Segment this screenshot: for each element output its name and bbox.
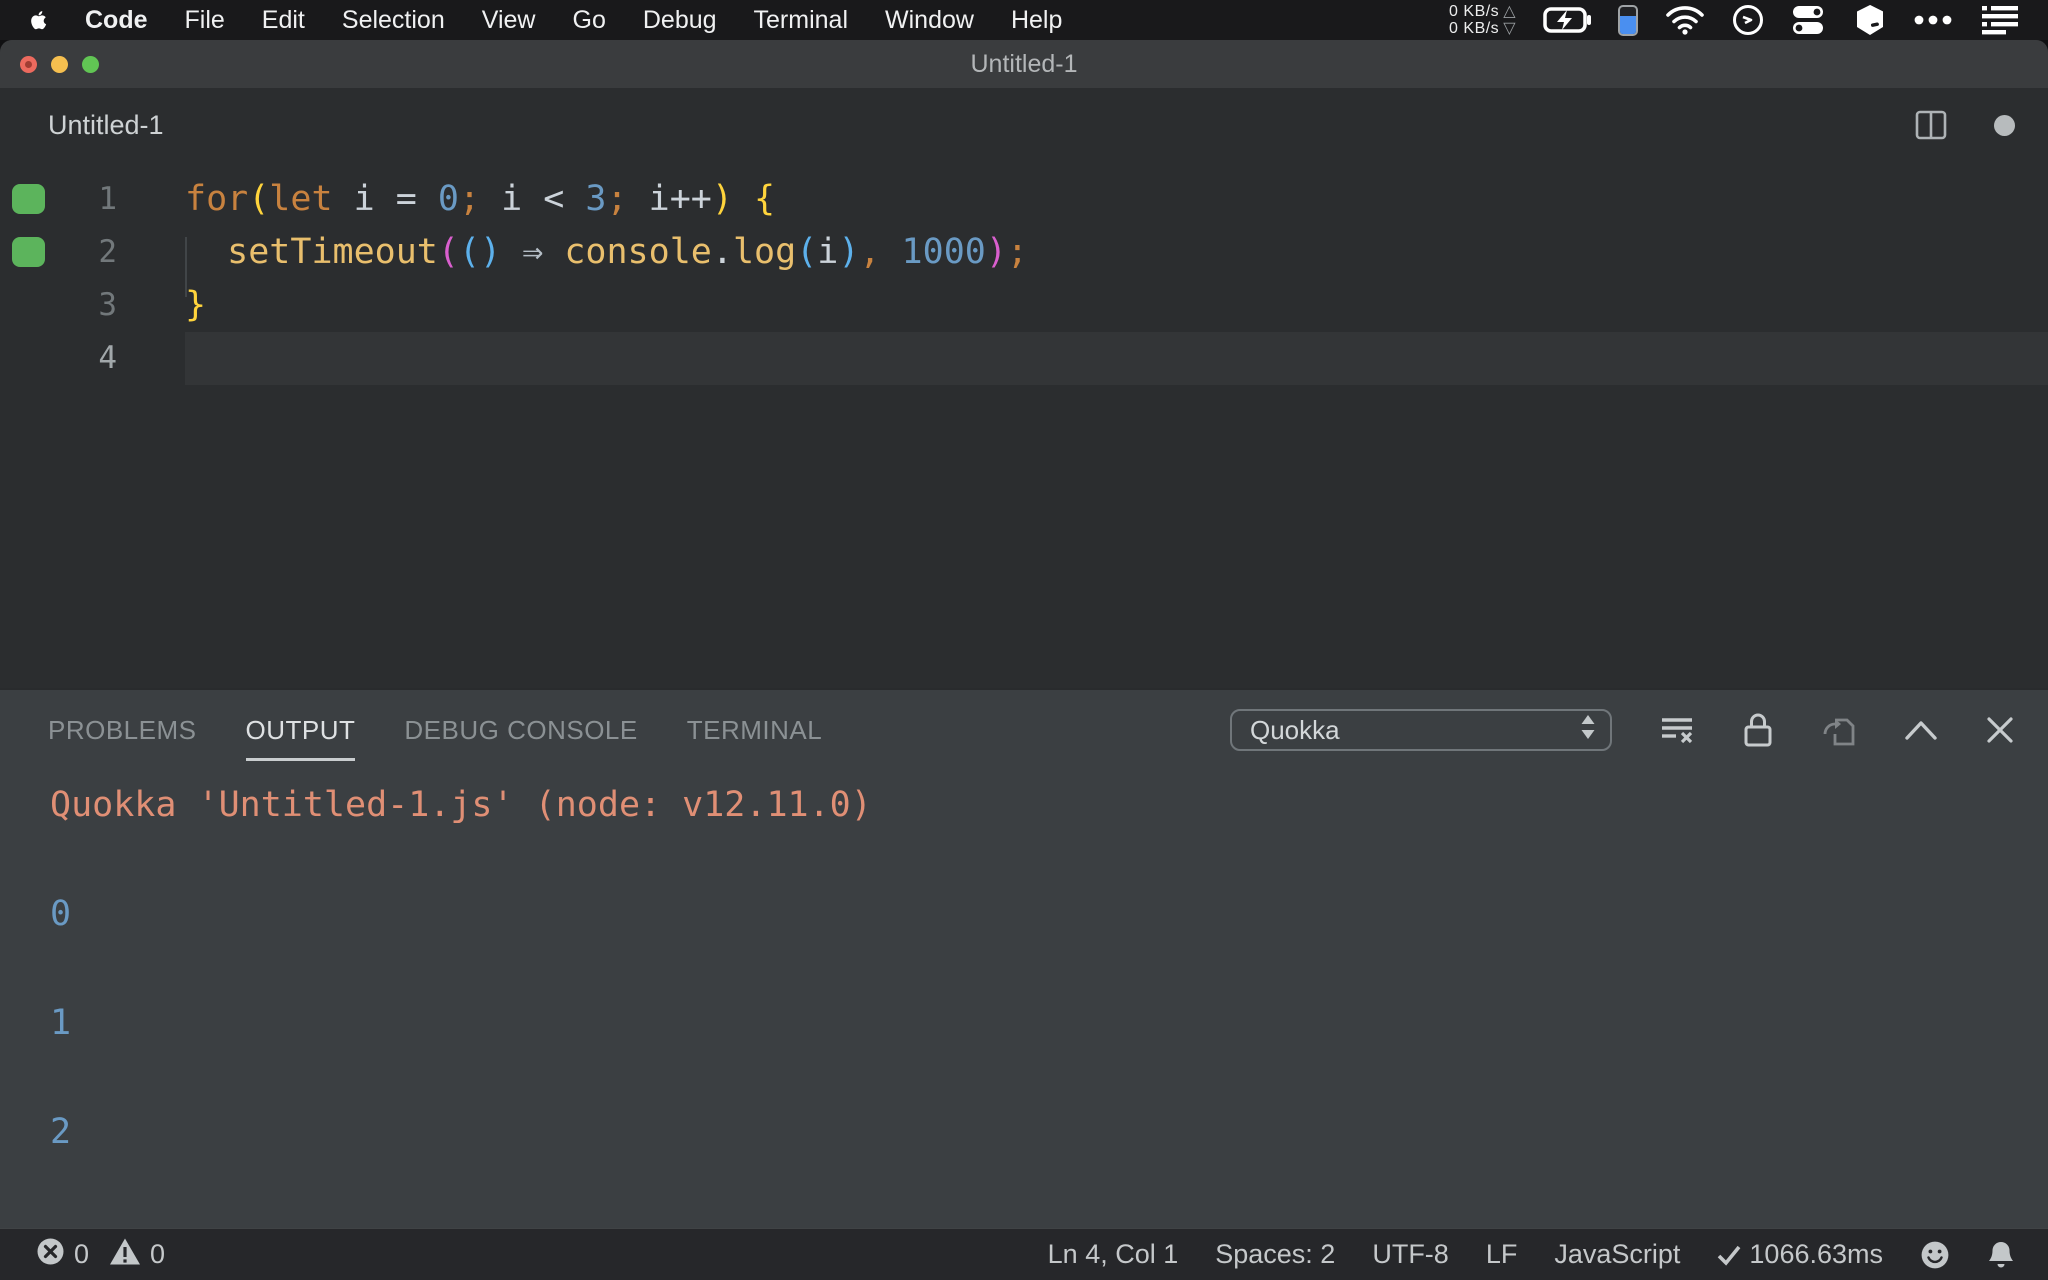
menu-items: Code File Edit Selection View Go Debug Terminal… [85,6,1062,35]
panel-actions: Quokka [1230,709,2015,751]
bottom-panel: PROBLEMS OUTPUT DEBUG CONSOLE TERMINAL Quok… [0,688,2048,1228]
language-mode[interactable]: JavaScript [1554,1239,1680,1270]
panel-tab-debug-console[interactable]: DEBUG CONSOLE [404,699,637,761]
menu-item-file[interactable]: File [185,6,225,35]
editor-tab-bar: Untitled-1 [0,88,2048,162]
maximize-panel-icon[interactable] [1904,719,1938,741]
notifications-bell-icon[interactable] [1987,1240,2015,1270]
editor-lines: 1 for(let i = 0; i < 3; i++) { 2 setTimeou… [0,173,2048,385]
editor-actions [1914,109,2015,141]
toggles-icon[interactable] [1791,4,1827,36]
apple-menu-icon[interactable] [28,6,51,34]
net-down: 0 KB/s ▽ [1449,20,1516,37]
select-updown-icon [1580,714,1596,747]
code-text: } [185,285,207,325]
indentation-setting[interactable]: Spaces: 2 [1215,1239,1335,1270]
status-bar: 0 0 Ln 4, Col 1 Spaces: 2 UTF-8 LF JavaS… [0,1228,2048,1280]
split-editor-icon[interactable] [1914,109,1948,141]
panel-header: PROBLEMS OUTPUT DEBUG CONSOLE TERMINAL Quok… [0,690,2048,770]
battery-charging-icon[interactable] [1543,7,1591,33]
warnings-stat[interactable]: 0 [109,1237,165,1273]
clear-output-icon[interactable] [1659,714,1695,746]
warning-icon [109,1237,141,1273]
window-title-bar: Untitled-1 [0,40,2048,88]
panel-tab-terminal[interactable]: TERMINAL [687,699,822,761]
menu-item-selection[interactable]: Selection [342,6,445,35]
minimize-window-button[interactable] [51,55,68,73]
editor-line-4[interactable]: 4 [0,332,2048,385]
menu-item-help[interactable]: Help [1011,6,1062,35]
zoom-window-button[interactable] [82,55,99,73]
panel-tab-problems[interactable]: PROBLEMS [48,699,197,761]
panel-tabs: PROBLEMS OUTPUT DEBUG CONSOLE TERMINAL [48,699,822,761]
editor-tab-title[interactable]: Untitled-1 [48,110,164,141]
output-line: 1 [50,1003,72,1043]
menu-item-window[interactable]: Window [885,6,974,35]
error-count: 0 [74,1239,90,1269]
line-number: 4 [98,340,117,376]
editor-line-2[interactable]: 2 setTimeout(() ⇒ console.log(i), 1000); [0,226,2048,279]
menu-bar-status-area: 0 KB/s △ 0 KB/s ▽ [1449,3,2020,37]
code-text: setTimeout(() ⇒ console.log(i), 1000); [227,232,1028,272]
scroll-lock-icon[interactable] [1742,712,1774,748]
encoding-setting[interactable]: UTF-8 [1372,1239,1449,1270]
cursor-position[interactable]: Ln 4, Col 1 [1048,1239,1179,1270]
list-menu-icon[interactable] [1980,4,2020,36]
menu-item-terminal[interactable]: Terminal [754,6,848,35]
output-line: 2 [50,1112,72,1152]
errors-stat[interactable]: 0 [36,1237,89,1273]
menu-item-view[interactable]: View [482,6,536,35]
close-panel-icon[interactable] [1985,715,2015,745]
unsaved-changes-dot[interactable] [1994,114,2015,136]
output-line: 0 [50,894,72,934]
error-icon [36,1237,65,1273]
line-number: 2 [98,234,117,270]
cube-icon[interactable] [1854,4,1886,36]
output-line: Quokka 'Untitled-1.js' (node: v12.11.0) [50,785,872,825]
close-window-button[interactable] [20,55,37,73]
output-console[interactable]: Quokka 'Untitled-1.js' (node: v12.11.0) 0… [0,770,2048,1228]
menu-item-code[interactable]: Code [85,6,148,35]
macos-menu-bar: Code File Edit Selection View Go Debug Terminal… [0,0,2048,40]
output-channel-select[interactable]: Quokka [1230,709,1612,751]
network-speed-indicator[interactable]: 0 KB/s △ 0 KB/s ▽ [1449,3,1516,37]
warning-count: 0 [150,1239,166,1269]
window-title: Untitled-1 [970,49,1078,78]
clock-icon[interactable] [1732,4,1764,36]
menu-item-debug[interactable]: Debug [643,6,717,35]
traffic-lights [20,40,99,88]
open-output-in-editor-icon[interactable] [1821,712,1857,748]
check-icon [1717,1244,1741,1266]
vscode-window: Untitled-1 Untitled-1 1 for(let i = 0; i … [0,40,2048,1280]
battery-level-indicator[interactable] [1618,4,1638,36]
more-dots-icon[interactable] [1913,15,1953,25]
output-channel-value: Quokka [1250,714,1340,745]
menu-item-edit[interactable]: Edit [262,6,305,35]
code-text: for(let i = 0; i < 3; i++) { [185,179,776,219]
panel-tab-output[interactable]: OUTPUT [245,699,356,761]
line-number: 1 [98,181,117,217]
feedback-smiley-icon[interactable] [1920,1240,1950,1270]
line-number: 3 [98,287,117,323]
editor-line-1[interactable]: 1 for(let i = 0; i < 3; i++) { [0,173,2048,226]
eol-setting[interactable]: LF [1486,1239,1518,1270]
wifi-icon[interactable] [1665,5,1705,35]
net-up: 0 KB/s △ [1449,3,1516,20]
code-editor[interactable]: 1 for(let i = 0; i < 3; i++) { 2 setTimeou… [0,162,2048,688]
problems-summary[interactable]: 0 0 [36,1237,165,1273]
screen: Code File Edit Selection View Go Debug Terminal… [0,0,2048,1280]
quokka-time: 1066.63ms [1749,1239,1883,1269]
menu-item-go[interactable]: Go [573,6,606,35]
quokka-status[interactable]: 1066.63ms [1717,1239,1883,1270]
editor-line-3[interactable]: 3} [0,279,2048,332]
status-bar-right: Ln 4, Col 1 Spaces: 2 UTF-8 LF JavaScrip… [1048,1239,2015,1270]
